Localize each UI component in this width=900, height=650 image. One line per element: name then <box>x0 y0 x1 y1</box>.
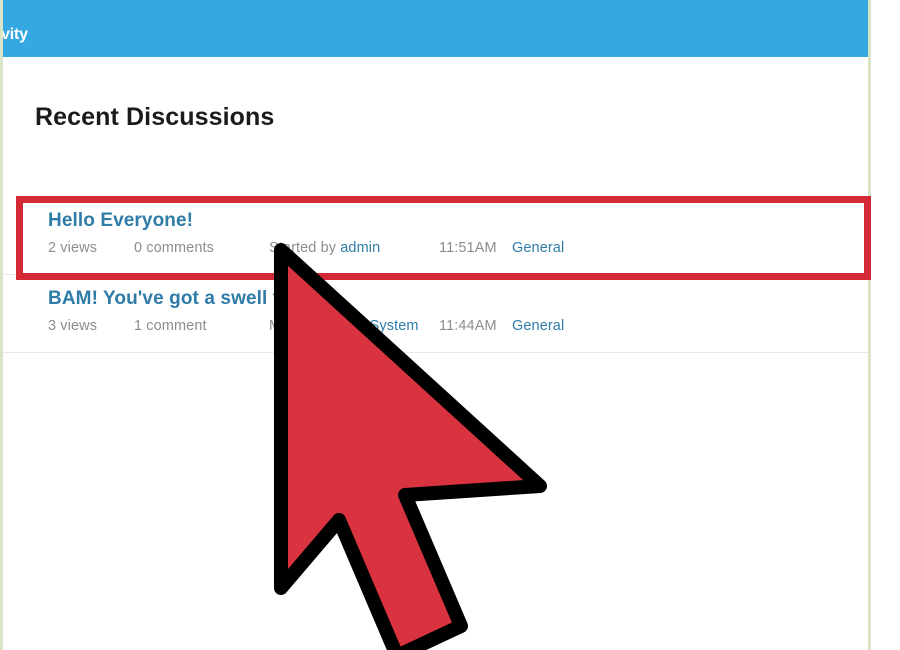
discussion-title-link[interactable]: BAM! You've got a swell forum <box>48 288 327 310</box>
page-title: Recent Discussions <box>35 103 275 131</box>
discussion-list-item[interactable]: Hello Everyone! 2 views 0 comments Started… <box>3 197 884 275</box>
discussion-meta: 3 views 1 comment Most recent by System 11:… <box>48 318 884 334</box>
page-right-margin <box>871 0 884 650</box>
author-prefix-label: Most recent by <box>269 318 366 334</box>
view-count: 2 views <box>48 240 98 256</box>
main-content-area: Recent Discussions Hello Everyone! 2 vie… <box>3 57 884 650</box>
discussion-title-link[interactable]: Hello Everyone! <box>48 210 193 232</box>
author-prefix-label: Started by <box>269 240 337 256</box>
page-right-border <box>868 0 871 650</box>
timestamp: 11:44AM <box>439 318 497 334</box>
discussion-list: Hello Everyone! 2 views 0 comments Started… <box>3 197 884 353</box>
app-top-bar: vity <box>3 0 884 57</box>
comment-count: 1 comment <box>134 318 207 334</box>
view-count: 3 views <box>48 318 98 334</box>
author-block: Started by admin <box>269 240 439 256</box>
category-link[interactable]: General <box>512 240 564 256</box>
category-link[interactable]: General <box>512 318 564 334</box>
browser-viewport: vity Recent Discussions Hello Everyone! … <box>0 0 900 650</box>
author-link[interactable]: System <box>370 318 419 334</box>
discussion-meta: 2 views 0 comments Started by admin 11:51AM… <box>48 240 884 256</box>
author-link[interactable]: admin <box>340 240 380 256</box>
timestamp: 11:51AM <box>439 240 497 256</box>
discussion-list-item[interactable]: BAM! You've got a swell forum 3 views 1 c… <box>3 275 884 353</box>
top-bar-nav-label[interactable]: vity <box>3 26 28 44</box>
comment-count: 0 comments <box>134 240 214 256</box>
author-block: Most recent by System <box>269 318 439 334</box>
